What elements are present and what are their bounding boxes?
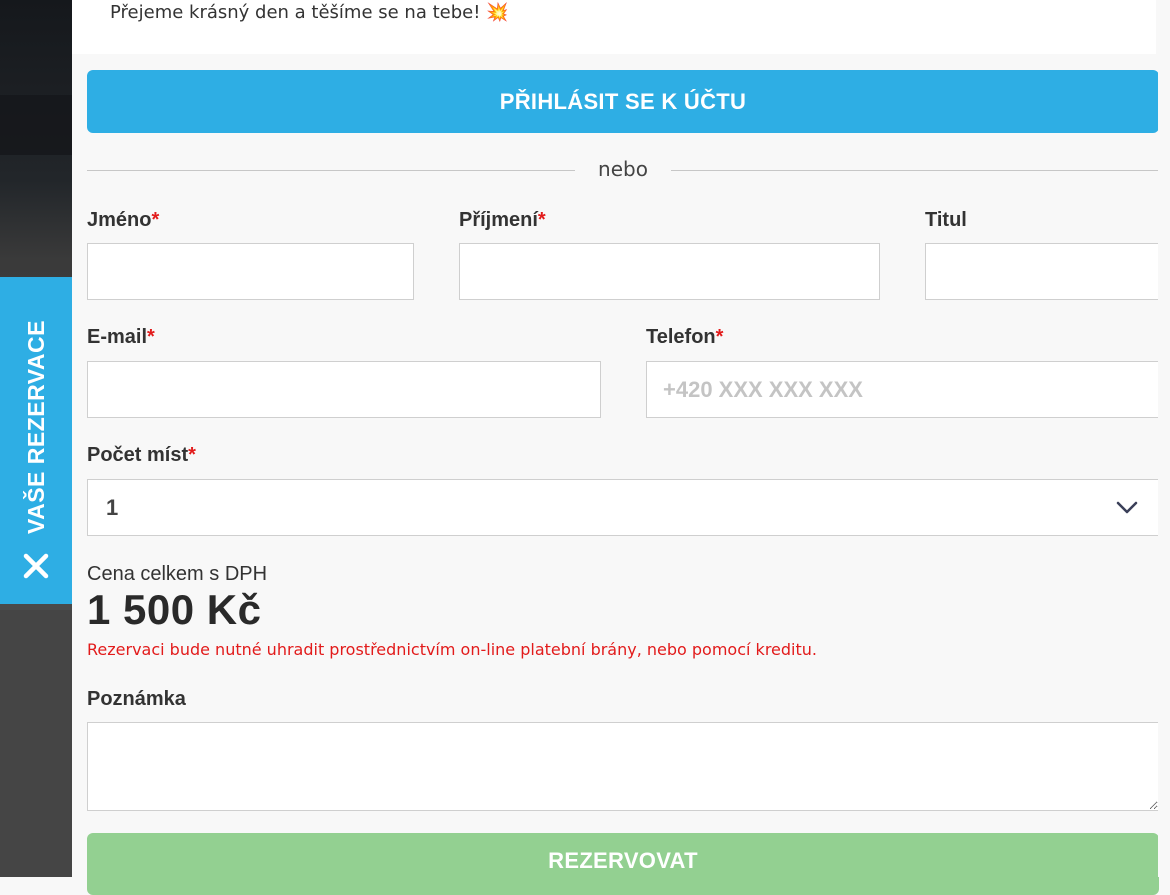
seats-selected-value: 1 [106,494,119,520]
required-mark: * [147,326,155,348]
required-mark: * [151,209,160,231]
reserve-button[interactable]: REZERVOVAT [87,833,1159,895]
phone-label: Telefon* [646,326,723,349]
required-mark: * [537,209,546,231]
last-name-label-text: Příjmení [459,209,538,231]
phone-input[interactable] [646,361,1159,418]
phone-label-text: Telefon [646,326,716,348]
price-value: 1 500 Kč [87,586,262,633]
reservation-panel: Přejeme krásný den a těšíme se na tebe! … [72,0,1170,895]
required-mark: * [188,444,196,466]
payment-notice: Rezervaci bude nutné uhradit prostřednic… [87,640,817,659]
note-label-text: Poznámka [87,688,186,710]
greeting-message: Přejeme krásný den a těšíme se na tebe! [110,2,481,23]
close-icon[interactable] [22,552,50,580]
divider-text: nebo [598,157,648,181]
title-label-text: Titul [925,209,967,231]
first-name-input[interactable] [87,243,414,300]
chevron-down-icon [1116,501,1138,513]
note-textarea[interactable] [87,722,1159,811]
last-name-input[interactable] [459,243,880,300]
price-label: Cena celkem s DPH [87,563,268,585]
last-name-label: Příjmení* [459,209,546,232]
required-mark: * [715,326,724,348]
side-tab-label: VAŠE REZERVACE [22,319,49,534]
scroll-gutter [1158,0,1170,877]
seats-label-text: Počet míst [87,444,189,466]
backdrop-block [0,95,72,155]
seats-select[interactable]: 1 [87,479,1159,536]
title-label: Titul [925,209,967,232]
note-label: Poznámka [87,688,186,711]
greeting-box: Přejeme krásný den a těšíme se na tebe! … [72,0,1156,54]
email-label: E-mail* [87,326,155,349]
greeting-text: Přejeme krásný den a těšíme se na tebe! … [110,2,509,23]
login-button[interactable]: PŘIHLÁSIT SE K ÚČTU [87,70,1159,133]
first-name-label: Jméno* [87,209,159,232]
title-input[interactable] [925,243,1159,300]
seats-label: Počet míst* [87,444,196,467]
email-label-text: E-mail [87,326,148,348]
reservation-side-tab[interactable]: VAŠE REZERVACE [0,277,72,604]
divider-line-left [87,170,575,171]
email-input[interactable] [87,361,601,418]
backdrop-block [0,610,72,877]
collision-icon: 💥 [486,2,509,23]
first-name-label-text: Jméno [87,209,152,231]
divider-line-right [671,170,1159,171]
